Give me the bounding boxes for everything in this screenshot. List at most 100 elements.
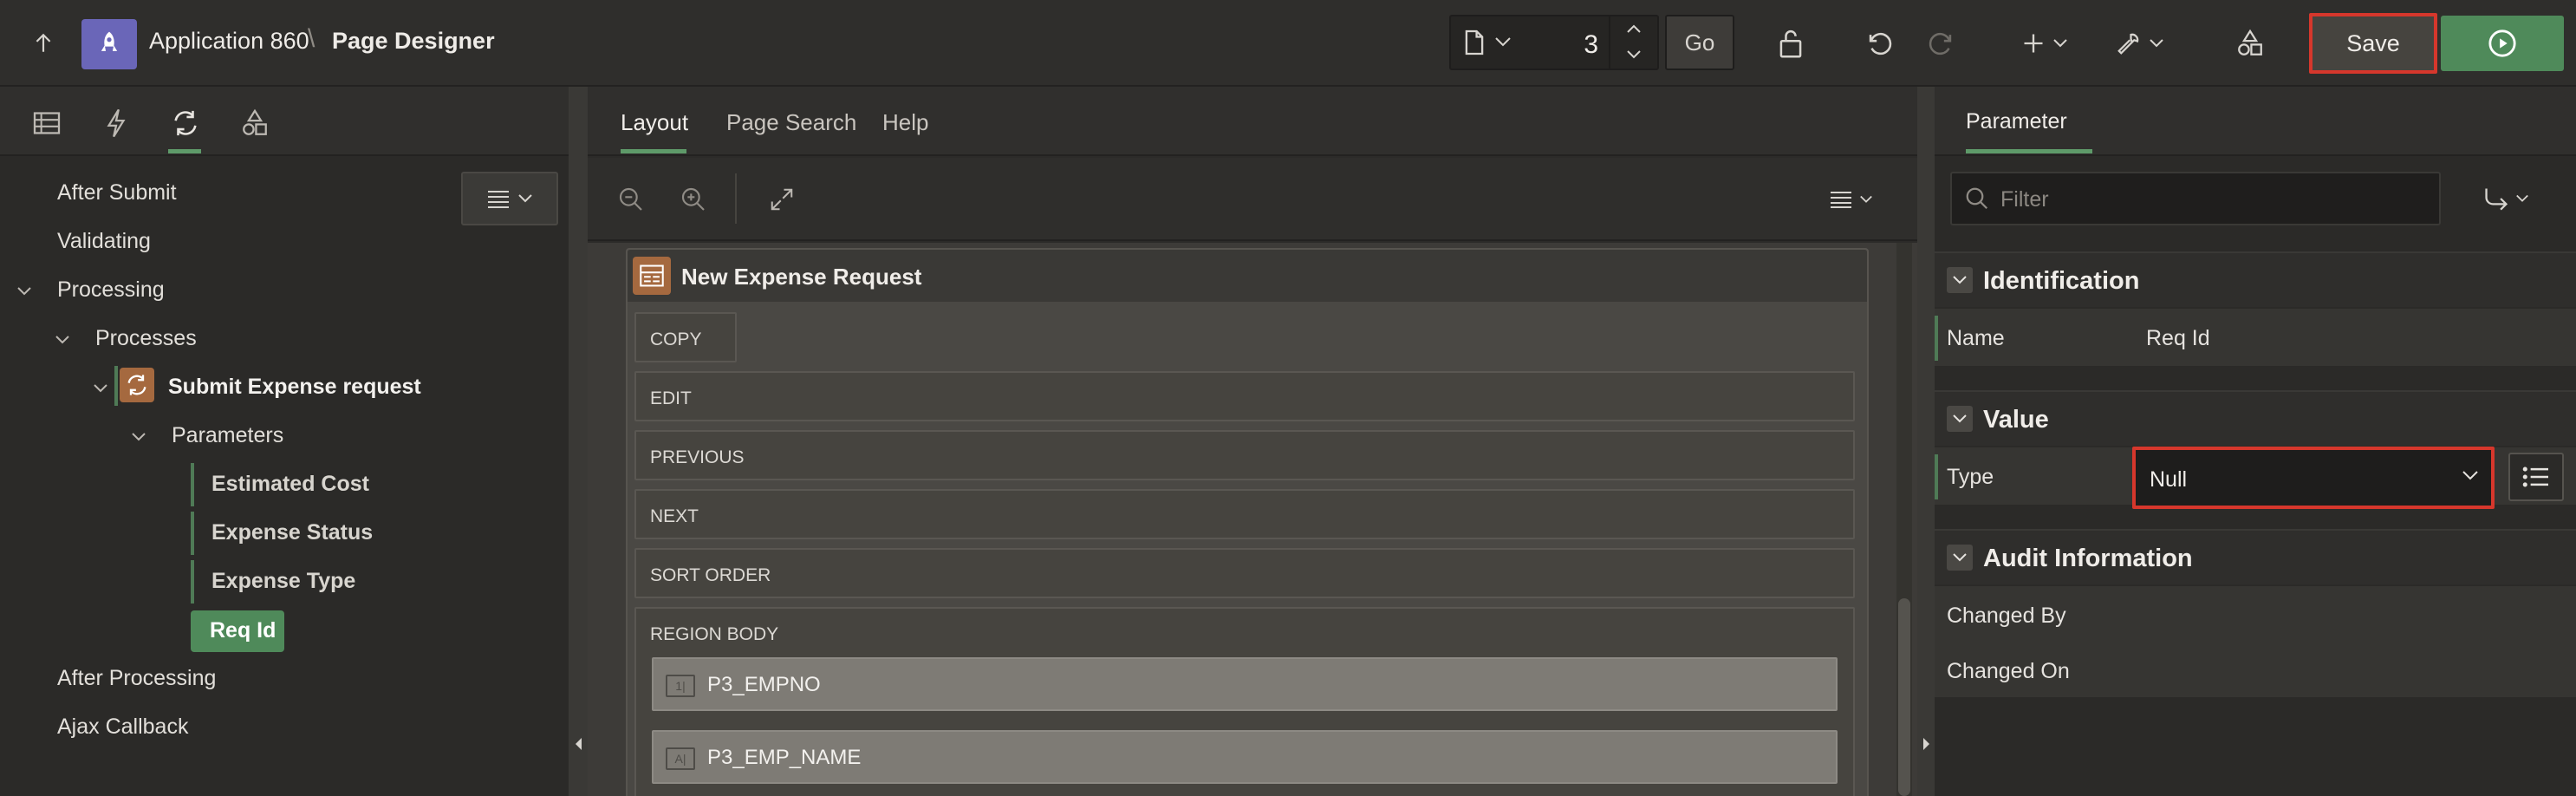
shared-components-tab-icon[interactable] — [236, 104, 274, 142]
chevron-down-icon[interactable] — [1494, 36, 1512, 48]
tree-item-ajax-callback[interactable]: Ajax Callback — [57, 714, 188, 740]
page-item-empno[interactable]: 1| P3_EMPNO — [652, 657, 1838, 711]
collapse-left-icon — [576, 738, 582, 750]
slot-region-body[interactable]: REGION BODY 1| P3_EMPNO A| P3_EMP_NAME — [634, 607, 1855, 796]
slot-next[interactable]: NEXT — [634, 489, 1855, 539]
region-new-expense-request[interactable]: New Expense Request COPY EDIT PREVIOUS N… — [626, 248, 1869, 796]
tab-parameter[interactable]: Parameter — [1966, 109, 2067, 134]
rendering-tab-icon[interactable] — [28, 104, 66, 142]
chevron-down-icon[interactable] — [1947, 267, 1973, 293]
tree-item-after-processing[interactable]: After Processing — [57, 666, 216, 691]
hamburger-icon — [1831, 192, 1851, 208]
save-button[interactable]: Save — [2309, 13, 2437, 74]
expand-icon[interactable] — [764, 182, 799, 217]
shared-components-icon[interactable] — [2231, 24, 2269, 62]
page-title: Page Designer — [332, 28, 495, 54]
dynamic-actions-tab-icon[interactable] — [97, 104, 135, 142]
right-splitter[interactable] — [1917, 87, 1936, 796]
layout-canvas: New Expense Request COPY EDIT PREVIOUS N… — [588, 243, 1917, 796]
page-item-emp-name[interactable]: A| P3_EMP_NAME — [652, 730, 1838, 784]
filter-field[interactable] — [1950, 172, 2441, 225]
item-label: P3_EMP_NAME — [707, 746, 862, 769]
go-to-group-button[interactable] — [2443, 172, 2569, 225]
tree-guide-line — [114, 366, 118, 406]
page-number-stepper[interactable] — [1609, 16, 1657, 69]
active-tab-indicator — [621, 149, 686, 153]
page-icon — [1463, 29, 1486, 56]
list-of-values-button[interactable] — [2508, 453, 2564, 501]
create-menu-button[interactable] — [2016, 24, 2073, 62]
tree-item-after-submit[interactable]: After Submit — [57, 180, 177, 206]
processing-tab-icon[interactable] — [166, 104, 205, 142]
chevron-down-icon[interactable] — [128, 427, 149, 447]
tree-menu-button[interactable] — [461, 172, 558, 225]
collapse-right-icon — [1923, 738, 1929, 750]
property-label: Changed On — [1947, 659, 2070, 683]
property-name[interactable]: Name Req Id — [1935, 309, 2576, 366]
item-label: P3_EMPNO — [707, 673, 821, 696]
zoom-out-icon[interactable] — [614, 182, 648, 217]
tree-item-parameter-selected[interactable]: Req Id — [191, 610, 284, 652]
go-button[interactable]: Go — [1665, 15, 1734, 70]
tree-item-submit-expense-request[interactable]: Submit Expense request — [168, 375, 421, 400]
property-label: Name — [1947, 326, 2005, 350]
utilities-menu-button[interactable] — [2111, 24, 2169, 62]
tree-item-parameters[interactable]: Parameters — [172, 423, 283, 448]
chevron-down-icon[interactable] — [90, 378, 111, 399]
page-number-value[interactable]: 3 — [1584, 30, 1598, 60]
filter-input[interactable] — [2000, 186, 2417, 213]
redo-icon[interactable] — [1922, 24, 1961, 62]
tree-item-parameter[interactable]: Estimated Cost — [191, 463, 369, 506]
tree-item-processes[interactable]: Processes — [95, 326, 197, 351]
property-type: Type Null — [1935, 447, 2576, 509]
chevron-down-icon[interactable] — [1947, 406, 1973, 432]
required-indicator — [1935, 454, 1938, 499]
region-header[interactable]: New Expense Request — [628, 250, 1867, 302]
plus-icon — [2024, 34, 2043, 53]
chevron-down-icon[interactable] — [1947, 545, 1973, 571]
required-indicator — [1935, 316, 1938, 361]
tree-item-parameter[interactable]: Expense Type — [191, 560, 355, 604]
canvas-scrollbar-thumb[interactable] — [1898, 598, 1910, 796]
zoom-in-icon[interactable] — [676, 182, 711, 217]
chevron-down-icon[interactable] — [14, 281, 35, 302]
layout-menu-button[interactable] — [1825, 182, 1877, 217]
undo-icon[interactable] — [1860, 24, 1898, 62]
group-identification[interactable]: Identification — [1935, 251, 2576, 307]
slot-region-body-label: REGION BODY — [650, 624, 779, 644]
app-logo-icon[interactable] — [81, 19, 137, 69]
tab-page-search[interactable]: Page Search — [726, 109, 856, 136]
go-to-group-icon — [2485, 188, 2508, 211]
wrench-icon — [2117, 33, 2139, 55]
group-value[interactable]: Value — [1935, 390, 2576, 446]
slot-edit[interactable]: EDIT — [634, 371, 1855, 421]
run-page-button[interactable] — [2441, 16, 2564, 71]
tree-item-processing[interactable]: Processing — [57, 277, 165, 303]
slot-copy[interactable]: COPY — [634, 312, 737, 362]
up-arrow-icon[interactable] — [26, 26, 61, 61]
center-tabs: Layout Page Search Help — [588, 87, 1917, 156]
left-splitter[interactable] — [569, 87, 588, 796]
text-field-icon: A| — [666, 747, 695, 770]
toolbar-divider — [735, 173, 737, 224]
group-audit-information[interactable]: Audit Information — [1935, 529, 2576, 584]
chevron-down-icon — [2516, 194, 2528, 202]
breadcrumb-app-name[interactable]: Application 860 — [149, 28, 309, 55]
search-icon — [1966, 187, 1988, 210]
slot-previous[interactable]: PREVIOUS — [634, 430, 1855, 480]
center-pane: Layout Page Search Help New Expense Requ… — [588, 87, 1917, 796]
left-pane-tabs — [0, 87, 569, 156]
play-circle-icon — [2488, 29, 2516, 57]
tree-item-parameter[interactable]: Expense Status — [191, 512, 373, 555]
slot-sort-order[interactable]: SORT ORDER — [634, 548, 1855, 598]
lock-icon[interactable] — [1772, 24, 1810, 62]
property-changed-on: Changed On — [1935, 642, 2576, 697]
type-select-value: Null — [2150, 467, 2188, 492]
tree-item-validating[interactable]: Validating — [57, 229, 151, 254]
tab-layout[interactable]: Layout — [621, 109, 688, 136]
chevron-down-icon[interactable] — [52, 329, 73, 350]
type-select[interactable]: Null — [2132, 447, 2495, 509]
active-tab-indicator — [168, 149, 201, 153]
tab-help[interactable]: Help — [882, 109, 928, 136]
page-number-field[interactable]: 3 — [1449, 15, 1659, 70]
